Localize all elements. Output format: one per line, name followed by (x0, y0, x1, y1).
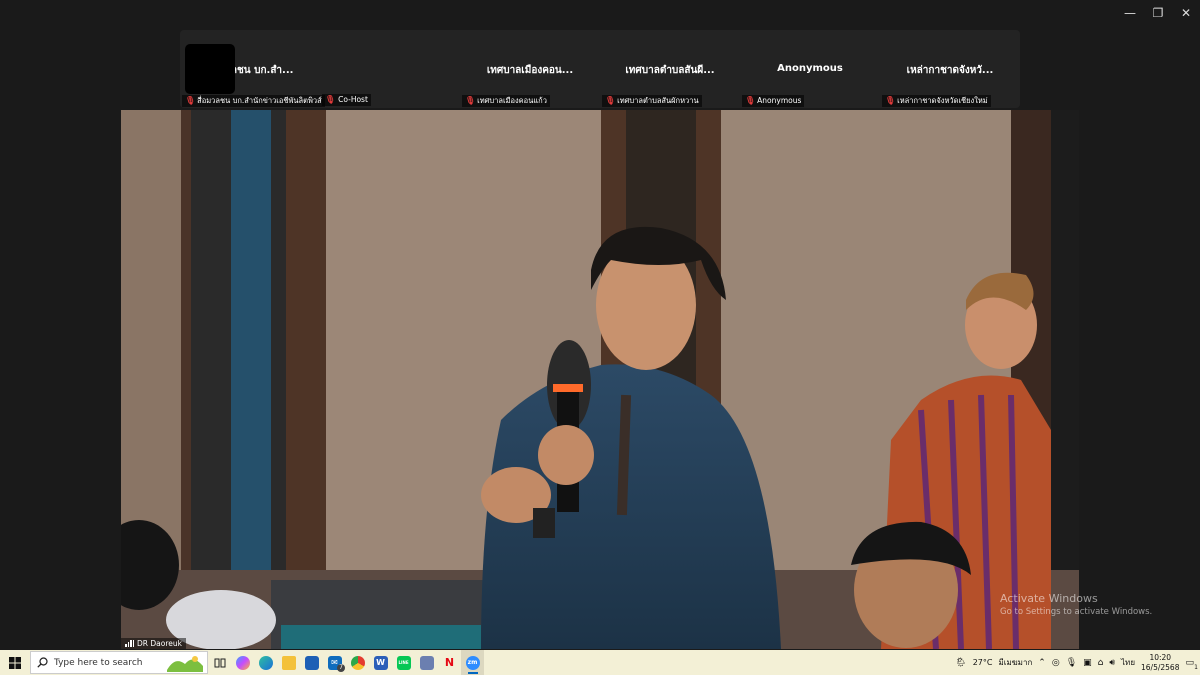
edge-icon (258, 655, 273, 670)
participant-label: 🎙︎ เทศบาลตำบลสันผักหวาน (602, 95, 702, 107)
copilot-icon (235, 655, 250, 670)
search-highlight-icon (167, 656, 203, 672)
close-button[interactable]: ✕ (1172, 0, 1200, 26)
participant-avatar (185, 44, 235, 94)
file-explorer-icon (281, 655, 296, 670)
line-button[interactable]: LINE (392, 650, 415, 675)
zoom-icon: zm (465, 655, 480, 670)
search-placeholder: Type here to search (54, 657, 143, 668)
chrome-icon (350, 655, 365, 670)
video-frame-image (121, 110, 1079, 649)
participant-name: เทศบาลตำบลสันผี... (625, 65, 715, 76)
weather-icon[interactable]: 🌦 (955, 658, 966, 668)
clock-date: 16/5/2568 (1141, 662, 1180, 672)
line-icon: LINE (396, 655, 411, 670)
notification-count: 1 (1194, 663, 1198, 671)
weather-temp[interactable]: 27°C (973, 658, 993, 667)
cohost-label: 🎙︎ Co-Host (322, 94, 371, 106)
word-icon: W (373, 655, 388, 670)
participant-label-text: Anonymous (757, 96, 802, 105)
search-icon (37, 657, 48, 668)
language-indicator[interactable]: ไทย (1121, 656, 1135, 669)
taskbar: Type here to search ✉ 7 W LINE N zm 🌦 27… (0, 650, 1200, 675)
cohost-label-text: Co-Host (338, 95, 368, 104)
muted-mic-icon: 🎙︎ (745, 96, 756, 105)
participant-tile[interactable]: เหล่ากาชาดจังหวั... 🎙︎ เหล่ากาชาดจังหวัด… (880, 30, 1020, 108)
photos-icon (419, 655, 434, 670)
active-indicator (468, 672, 478, 674)
meet-now-icon[interactable]: ◎ (1052, 658, 1060, 668)
network-icon[interactable]: ⌂ (1098, 658, 1104, 668)
word-button[interactable]: W (369, 650, 392, 675)
participant-tile[interactable]: Anonymous 🎙︎ Anonymous (740, 30, 880, 108)
start-button[interactable] (0, 650, 30, 675)
participant-name: เทศบาลเมืองคอน... (486, 65, 574, 76)
participant-label-text: เทศบาลตำบลสันผักหวาน (617, 96, 699, 105)
muted-mic-icon: 🎙︎ (465, 96, 476, 105)
restore-button[interactable]: ❐ (1144, 0, 1172, 26)
edge-button[interactable] (254, 650, 277, 675)
system-tray: 🌦 27°C มีเมฆมาก ⌃ ◎ 🎙︎ ▣ ⌂ 🔊︎ ไทย 10:20 … (955, 650, 1200, 675)
task-view-button[interactable] (208, 650, 231, 675)
muted-mic-icon: 🎙︎ (885, 96, 896, 105)
microphone-icon[interactable]: 🎙︎ (1066, 658, 1077, 668)
zoom-button[interactable]: zm (461, 650, 484, 675)
muted-mic-icon: 🎙︎ (185, 96, 196, 105)
minimize-button[interactable]: — (1116, 0, 1144, 26)
store-button[interactable] (300, 650, 323, 675)
participant-tile[interactable]: เทศบาลเมืองคอน... 🎙︎ เทศบาลเมืองคอนแก้ว (460, 30, 600, 108)
main-video[interactable] (121, 110, 1079, 649)
taskbar-search-box[interactable]: Type here to search (30, 651, 208, 674)
store-icon (304, 655, 319, 670)
muted-mic-icon: 🎙︎ (325, 95, 336, 104)
participant-label: 🎙︎ เทศบาลเมืองคอนแก้ว (462, 95, 550, 107)
clock-time: 10:20 (1149, 652, 1172, 662)
participant-tile[interactable]: เทศบาลตำบลสันผี... 🎙︎ เทศบาลตำบลสันผักหว… (600, 30, 740, 108)
activate-windows-watermark: Activate Windows Go to Settings to activ… (1000, 592, 1152, 617)
participant-name: Anonymous (777, 63, 843, 74)
participant-label-text: เหล่ากาชาดจังหวัดเชียงใหม่ (897, 96, 988, 105)
copilot-button[interactable] (231, 650, 254, 675)
speaker-name-tag: DR Daoreuk (121, 638, 186, 649)
photos-button[interactable] (415, 650, 438, 675)
notification-icon: ▭ (1185, 657, 1194, 668)
chrome-button[interactable] (346, 650, 369, 675)
participant-name: เหล่ากาชาดจังหวั... (906, 65, 994, 76)
windows-logo-icon (9, 656, 21, 669)
netflix-icon: N (444, 656, 455, 669)
chevron-up-icon[interactable]: ⌃ (1038, 658, 1046, 668)
participant-strip: สื่อมวลชน บก.สำ... 🎙︎ สื่อมวลชน บก.สำนัก… (180, 30, 1020, 108)
notification-button[interactable]: ▭ 1 (1185, 657, 1198, 671)
participant-label-text: สื่อมวลชน บก.สำนักข่าวเอชีพันลิตพิวส์ (197, 96, 322, 105)
volume-icon[interactable]: 🔊︎ (1109, 658, 1115, 668)
watermark-title: Activate Windows (1000, 592, 1098, 605)
mail-badge: 7 (337, 664, 345, 672)
window-controls: — ❐ ✕ (1116, 0, 1200, 26)
watermark-subtitle: Go to Settings to activate Windows. (1000, 607, 1153, 617)
weather-condition[interactable]: มีเมฆมาก (998, 656, 1032, 669)
participant-label: 🎙︎ สื่อมวลชน บก.สำนักข่าวเอชีพันลิตพิวส์ (182, 95, 325, 107)
camera-icon[interactable]: ▣ (1083, 658, 1092, 668)
netflix-button[interactable]: N (438, 650, 461, 675)
participant-label: 🎙︎ Anonymous (742, 95, 805, 107)
clock[interactable]: 10:20 16/5/2568 (1141, 653, 1179, 673)
signal-strength-icon (125, 640, 134, 647)
participant-label: 🎙︎ เหล่ากาชาดจังหวัดเชียงใหม่ (882, 95, 991, 107)
muted-mic-icon: 🎙︎ (605, 96, 616, 105)
speaker-name: DR Daoreuk (137, 639, 182, 648)
participant-label-text: เทศบาลเมืองคอนแก้ว (477, 96, 547, 105)
task-view-icon (214, 658, 225, 667)
file-explorer-button[interactable] (277, 650, 300, 675)
mail-button[interactable]: ✉ 7 (323, 650, 346, 675)
